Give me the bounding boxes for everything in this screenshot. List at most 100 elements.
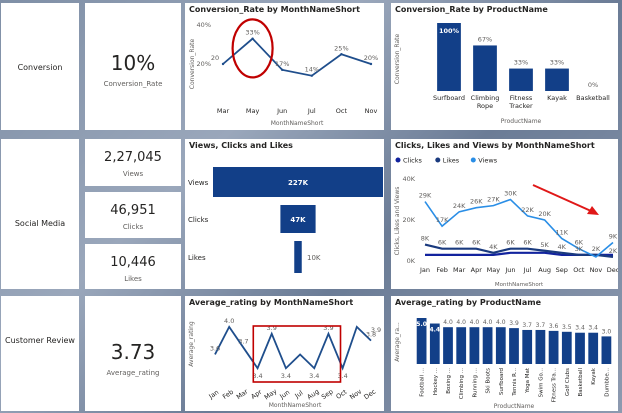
xtick-label: Mar xyxy=(453,266,466,274)
xtick-label: Sep xyxy=(556,266,568,274)
conv-product-chart[interactable]: Conversion_Rate by ProductName Conversio… xyxy=(391,3,618,130)
xtick-label: Rope xyxy=(477,102,493,110)
conv-month-chart[interactable]: Conversion_Rate by MonthNameShort 20% 40%… xyxy=(185,3,384,130)
xtick-label: Football ... xyxy=(420,368,426,397)
xtick-label: Surfboard xyxy=(499,368,505,395)
xtick-label: May xyxy=(246,107,260,115)
data-label: 5.0 xyxy=(416,321,427,328)
data-label: 3.7 xyxy=(522,322,532,329)
kpi-views-label: Views xyxy=(122,170,144,178)
data-label: 3.0 xyxy=(602,328,612,335)
x-axis-title: ProductName xyxy=(494,403,535,410)
x-axis-title: ProductName xyxy=(501,118,542,125)
data-label: 4.4 xyxy=(429,327,440,334)
row-label-conversion-tile: Conversion xyxy=(1,3,79,130)
data-label: 3.9 xyxy=(509,320,519,327)
xtick-label: Kayak xyxy=(591,367,597,385)
rating-month-svg: Average_rating 3.6 Jan 4.0 Feb 3.7 Mar 3.4 Apr 3.… xyxy=(188,317,381,409)
bar xyxy=(545,68,569,91)
kpi-conversion-card[interactable]: 10% Conversion_Rate xyxy=(85,3,181,130)
data-label: 6K xyxy=(438,239,447,247)
conv-product-svg: Conversion_Rate 100% Surfboard 67% ClimbingR… xyxy=(394,23,610,125)
row-label-review-tile: Customer Review xyxy=(1,296,79,411)
kpi-views-card[interactable]: 2,27,045 Views xyxy=(85,139,181,186)
kpi-views-value: 2,27,045 xyxy=(104,150,162,165)
xtick-label: Kayak xyxy=(547,94,567,102)
kpi-clicks-value: 46,951 xyxy=(110,203,156,218)
ytick-label: 0K xyxy=(407,257,416,265)
vcl-funnel-chart[interactable]: Views, Clicks and Likes Views 227K Clicks 4… xyxy=(185,139,384,289)
data-label: 3.9 xyxy=(323,324,333,332)
data-label: 10K xyxy=(307,254,321,262)
data-label: 3.9 xyxy=(371,326,381,334)
data-label: 3.6 xyxy=(549,323,559,330)
kpi-rating-card[interactable]: 3.73 Average_rating xyxy=(85,296,181,411)
data-label: 4.0 xyxy=(456,319,466,326)
kpi-clicks-label: Clicks xyxy=(122,223,144,231)
bar xyxy=(473,45,497,91)
xtick-label: Jun xyxy=(277,388,291,401)
row-label-social: Social Media xyxy=(14,219,66,228)
legend-marker xyxy=(435,157,441,163)
data-label: 2K xyxy=(609,247,618,255)
annotation-arrow-line xyxy=(532,184,592,212)
xtick-label: Feb xyxy=(221,388,235,401)
bar xyxy=(535,329,546,364)
data-point xyxy=(310,74,313,77)
bar xyxy=(469,327,480,364)
rating-month-chart[interactable]: Average_rating by MonthNameShort Average… xyxy=(185,296,384,411)
clv-month-chart[interactable]: Clicks, Likes and Views by MonthNameShor… xyxy=(391,139,618,289)
xtick-label: Apr xyxy=(471,266,483,274)
xtick-label: Golf Clubs xyxy=(565,368,571,396)
xtick-label: Jan xyxy=(207,388,221,401)
data-label: 27K xyxy=(487,196,500,204)
xtick-label: Fitness Tra... xyxy=(552,368,558,402)
bar xyxy=(482,327,493,364)
legend-marker xyxy=(395,157,401,163)
data-point xyxy=(251,37,254,40)
xtick-label: Nov xyxy=(590,266,603,274)
series-line xyxy=(222,37,372,77)
data-label: 5K xyxy=(540,241,549,249)
xtick-label: Jun xyxy=(504,266,515,274)
ytick-label: 40% xyxy=(197,21,211,29)
bar xyxy=(548,330,559,364)
data-label: 3.4 xyxy=(588,325,598,332)
xtick-label: Yoga Mat xyxy=(525,367,531,394)
xtick-label: Mar xyxy=(235,387,250,401)
data-label: 25% xyxy=(334,44,348,52)
data-label: 4.0 xyxy=(470,319,480,326)
data-label: 0% xyxy=(588,81,598,89)
data-label: 3K xyxy=(575,245,584,253)
data-label: 3.9 xyxy=(267,324,277,332)
data-point xyxy=(340,53,343,56)
xtick-label: Jul xyxy=(523,266,532,274)
category-label: Likes xyxy=(188,254,206,262)
legend-label: Likes xyxy=(443,157,460,165)
kpi-conversion-value: 10% xyxy=(110,51,156,75)
xtick-label: Boxing ... xyxy=(446,368,452,394)
data-label: 24K xyxy=(453,202,466,210)
xtick-label: Climbing xyxy=(471,94,500,102)
xtick-label: Running ... xyxy=(472,368,478,398)
data-label: 17K xyxy=(436,216,449,224)
data-label: 67% xyxy=(478,35,492,43)
kpi-clicks-card[interactable]: 46,951 Clicks xyxy=(85,192,181,238)
y-axis-title: Average_ra... xyxy=(394,322,401,362)
kpi-conversion-label: Conversion_Rate xyxy=(103,80,163,88)
data-label: 4.0 xyxy=(443,319,453,326)
xtick-label: Jul xyxy=(307,107,316,115)
rating-product-chart[interactable]: Average_rating by ProductName Average_ra… xyxy=(391,296,618,411)
xtick-label: May xyxy=(487,266,501,274)
kpi-likes-card[interactable]: 10,446 Likes xyxy=(85,244,181,289)
series-line xyxy=(214,325,372,371)
bar xyxy=(601,336,612,364)
bar xyxy=(509,68,533,91)
data-point xyxy=(281,68,284,72)
bar xyxy=(509,328,519,364)
xtick-label: Surfboard xyxy=(433,94,465,102)
data-label: 11K xyxy=(555,228,568,236)
data-label: 3.4 xyxy=(281,372,291,380)
xtick-label: Ski Boots xyxy=(486,368,492,394)
category-label: Views xyxy=(188,179,209,187)
